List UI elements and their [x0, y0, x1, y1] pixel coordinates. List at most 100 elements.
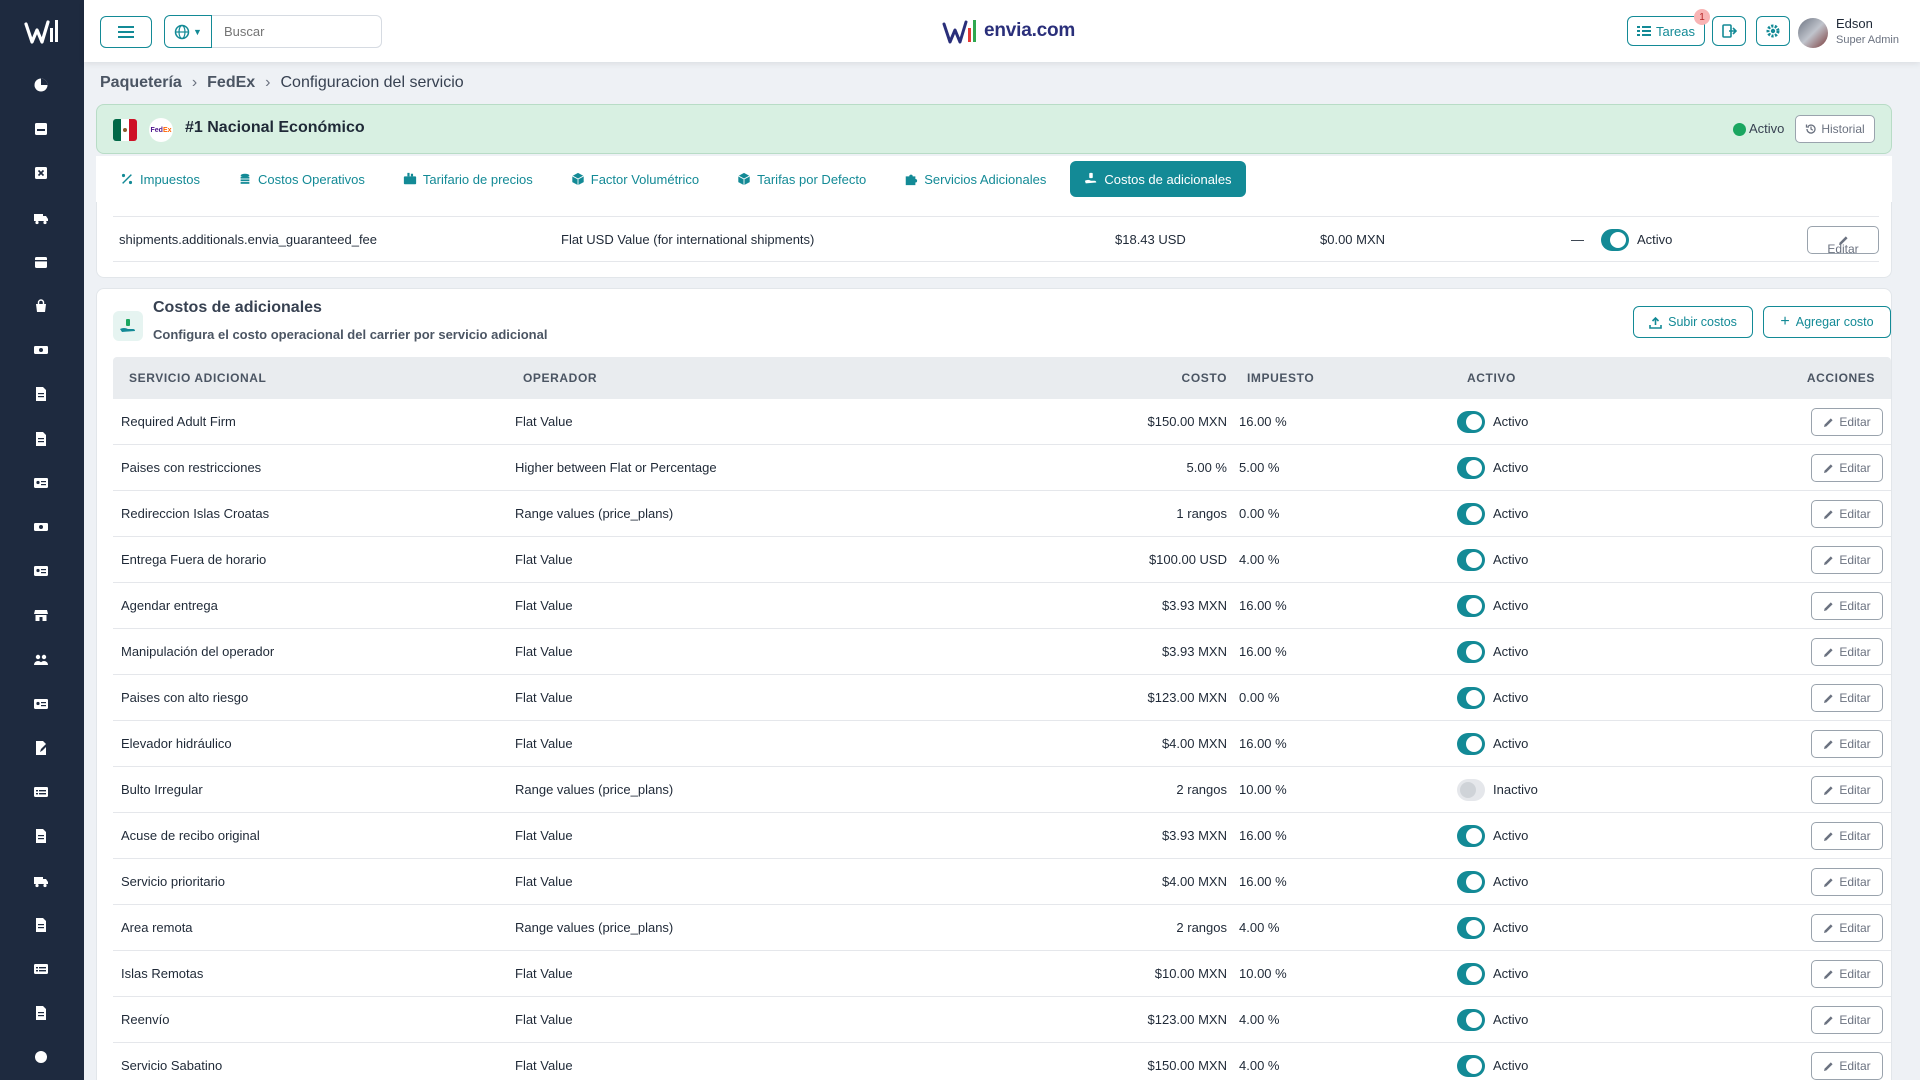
history-icon [1806, 124, 1816, 134]
edit-button[interactable]: Editar [1811, 454, 1883, 482]
list-icon[interactable] [32, 783, 50, 801]
edit-button[interactable]: Editar [1811, 408, 1883, 436]
edit-button[interactable]: Editar [1807, 226, 1879, 256]
edit-label: Editar [1839, 1059, 1871, 1073]
edit-doc-icon[interactable] [32, 739, 50, 757]
row-tax: 16.00 % [1239, 736, 1287, 751]
truck-icon[interactable] [32, 872, 50, 890]
add-cost-button[interactable]: + Agregar costo [1763, 306, 1891, 338]
row-cost: $10.00 MXN [1154, 966, 1227, 981]
exit-button[interactable] [1712, 16, 1746, 46]
document-icon[interactable] [32, 1004, 50, 1022]
menu-button[interactable] [100, 16, 152, 48]
active-toggle[interactable] [1457, 595, 1485, 617]
active-toggle[interactable] [1457, 733, 1485, 755]
edit-button[interactable]: Editar [1811, 1052, 1883, 1080]
active-toggle[interactable] [1457, 871, 1485, 893]
settings-button[interactable] [1756, 16, 1790, 46]
tab-tarifario-de-precios[interactable]: Tarifario de precios [389, 161, 547, 197]
tasks-button[interactable]: Tareas [1627, 16, 1705, 46]
edit-button[interactable]: Editar [1811, 684, 1883, 712]
app-logo-icon[interactable] [22, 14, 62, 50]
tab-servicios-adicionales[interactable]: Servicios Adicionales [890, 161, 1060, 197]
brand-logo[interactable]: envia.com [942, 14, 1082, 48]
hamburger-icon [118, 26, 134, 38]
active-toggle[interactable] [1457, 825, 1485, 847]
breadcrumb-level2[interactable]: FedEx [207, 74, 255, 92]
store-icon[interactable] [32, 606, 50, 624]
pencil-icon [1824, 601, 1833, 611]
active-toggle[interactable] [1457, 1009, 1485, 1031]
tab-impuestos[interactable]: Impuestos [106, 161, 214, 197]
box-icon [571, 172, 584, 186]
row-cost: $100.00 USD [1148, 552, 1227, 567]
breadcrumb: Paquetería › FedEx › Configuracion del s… [100, 74, 464, 92]
money-icon[interactable] [32, 518, 50, 536]
edit-button[interactable]: Editar [1811, 546, 1883, 574]
calendar-icon[interactable] [32, 253, 50, 271]
edit-button[interactable]: Editar [1811, 960, 1883, 988]
active-toggle[interactable] [1457, 503, 1485, 525]
table-row: Elevador hidráulico Flat Value $4.00 MXN 16… [113, 721, 1891, 767]
active-toggle[interactable] [1457, 917, 1485, 939]
active-toggle[interactable] [1457, 779, 1485, 801]
breadcrumb-level1[interactable]: Paquetería [100, 74, 182, 92]
table-row: Redireccion Islas Croatas Range values (p… [113, 491, 1891, 537]
row-status: Activo [1493, 1058, 1529, 1073]
tab-costos-operativos[interactable]: Costos Operativos [224, 161, 379, 197]
tab-factor-volumétrico[interactable]: Factor Volumétrico [557, 161, 713, 197]
pie-chart-icon[interactable] [32, 76, 50, 94]
pencil-icon [1824, 509, 1833, 519]
tab-tarifas-por-defecto[interactable]: Tarifas por Defecto [723, 161, 880, 197]
document-icon[interactable] [32, 916, 50, 934]
row-service-name: Bulto Irregular [121, 782, 203, 797]
close-box-icon[interactable] [32, 164, 50, 182]
active-toggle[interactable] [1457, 1055, 1485, 1077]
edit-button[interactable]: Editar [1811, 1006, 1883, 1034]
search-input[interactable] [212, 15, 382, 48]
bag-icon[interactable] [32, 297, 50, 315]
users-icon[interactable] [32, 651, 50, 669]
tab-costos-de-adicionales[interactable]: Costos de adicionales [1070, 161, 1246, 197]
active-toggle[interactable] [1457, 549, 1485, 571]
active-toggle[interactable] [1457, 457, 1485, 479]
table-row: Islas Remotas Flat Value $10.00 MXN 10.00 %… [113, 951, 1891, 997]
edit-button[interactable]: Editar [1811, 776, 1883, 804]
edit-button[interactable]: Editar [1811, 638, 1883, 666]
avatar[interactable] [1798, 18, 1828, 48]
money-icon[interactable] [32, 341, 50, 359]
language-button[interactable]: ▼ [164, 15, 212, 48]
truck-icon[interactable] [32, 209, 50, 227]
upload-costs-button[interactable]: Subir costos [1633, 306, 1753, 338]
inbox-icon[interactable] [32, 120, 50, 138]
active-toggle[interactable] [1457, 411, 1485, 433]
row-status: Activo [1493, 552, 1529, 567]
history-button[interactable]: Historial [1795, 115, 1875, 143]
edit-button[interactable]: Editar [1811, 822, 1883, 850]
gear-icon [1766, 24, 1780, 38]
active-toggle[interactable] [1457, 687, 1485, 709]
header-actions: ACCIONES [1806, 371, 1875, 385]
id-card-icon[interactable] [32, 695, 50, 713]
active-toggle[interactable] [1457, 963, 1485, 985]
row-service-name: Servicio prioritario [121, 874, 226, 889]
edit-button[interactable]: Editar [1811, 730, 1883, 758]
id-card-icon[interactable] [32, 474, 50, 492]
list-icon[interactable] [32, 960, 50, 978]
id-card-icon[interactable] [32, 562, 50, 580]
document-icon[interactable] [32, 827, 50, 845]
edit-button[interactable]: Editar [1811, 500, 1883, 528]
row-tax: 4.00 % [1239, 552, 1280, 567]
tab-label: Tarifas por Defecto [757, 171, 867, 187]
coins-icon [240, 173, 250, 184]
active-toggle[interactable] [1457, 641, 1485, 663]
document-icon[interactable] [32, 430, 50, 448]
row-status: Activo [1493, 414, 1529, 429]
edit-button[interactable]: Editar [1811, 868, 1883, 896]
circle-icon[interactable] [32, 1048, 50, 1066]
edit-button[interactable]: Editar [1811, 914, 1883, 942]
edit-button[interactable]: Editar [1811, 592, 1883, 620]
document-icon[interactable] [32, 385, 50, 403]
edit-label: Editar [1839, 921, 1871, 935]
active-toggle[interactable] [1601, 229, 1629, 251]
